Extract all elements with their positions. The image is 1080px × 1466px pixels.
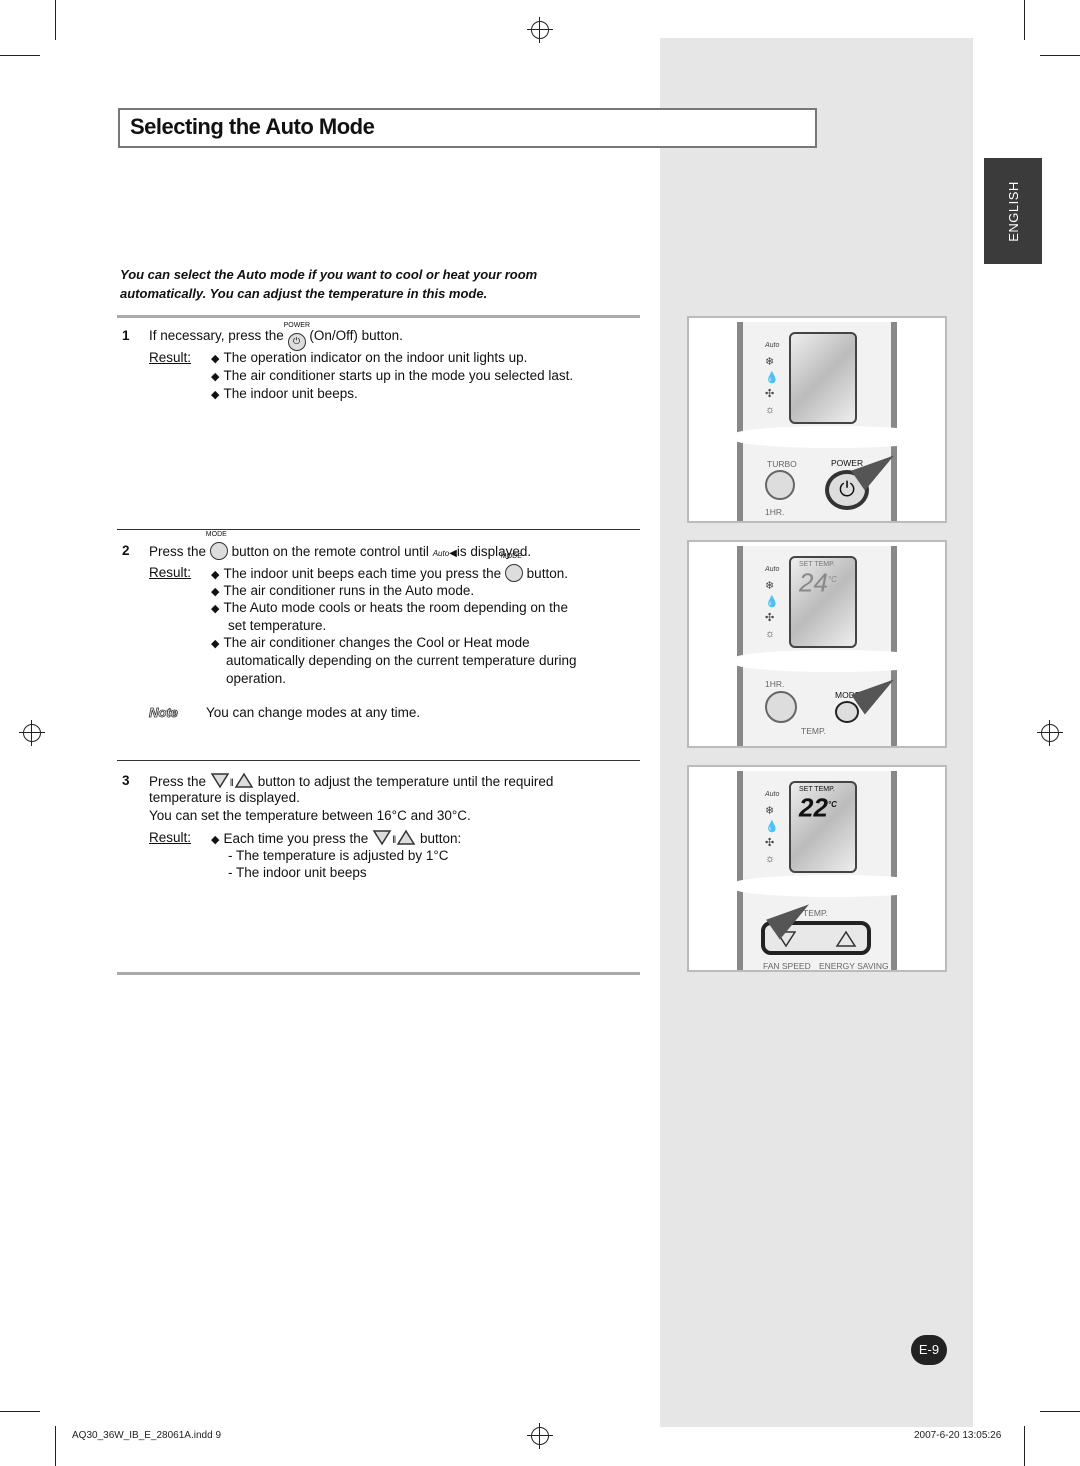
temp-up-icon [396,829,416,845]
mode-button-icon: MODE [206,531,228,560]
registration-mark-icon [527,17,553,43]
step-number: 1 [122,328,130,343]
crop-mark [1024,1426,1025,1466]
auto-mode-icon: Auto [432,549,450,558]
result-item: The air conditioner changes the Cool or … [211,634,529,654]
result-item: The air conditioner starts up in the mod… [211,367,573,387]
remote-illustration-mode: Auto ❄ 💧 ✣ ☼ SET TEMP. 24°C 1HR. MODE TEMP. [687,540,947,748]
page-title: Selecting the Auto Mode [130,114,375,139]
registration-mark-icon [19,720,45,746]
footer-filename: AQ30_36W_IB_E_28061A.indd 9 [72,1430,221,1441]
temp-down-icon [210,773,230,789]
note-text: You can change modes at any time. [206,705,421,720]
divider [117,760,640,761]
divider [117,529,640,530]
temp-up-icon [835,930,857,947]
mode-icons: Auto ❄ 💧 ✣ ☼ [765,791,780,865]
temp-up-icon [234,772,254,788]
temperature-range: You can set the temperature between 16°C… [149,808,471,823]
step-3-instruction-cont: temperature is displayed. [149,790,300,805]
result-item-cont: operation. [226,671,287,686]
mode-icons: Auto ❄ 💧 ✣ ☼ [765,342,780,416]
step-number: 2 [122,543,130,558]
divider [117,315,640,318]
result-item: The operation indicator on the indoor un… [211,349,527,369]
language-label: ENGLISH [1005,180,1021,242]
note-label: Note [149,705,179,721]
lcd-display: SET TEMP. 22°C [789,781,857,873]
result-item: The indoor unit beeps. [211,385,357,405]
turbo-button [765,470,795,500]
crop-mark [55,1426,56,1466]
temp-down-icon [372,830,392,846]
crop-mark [0,55,40,56]
result-label: Result: [149,350,192,365]
intro-text: You can select the Auto mode if you want… [120,267,538,301]
result-item-cont: set temperature. [228,618,327,633]
step-number: 3 [122,773,130,788]
result-item-cont: automatically depending on the current t… [226,653,577,668]
result-sub-item: - The temperature is adjusted by 1°C [228,848,449,863]
divider [117,972,640,975]
crop-mark [1040,55,1080,56]
registration-mark-icon [527,1423,553,1449]
crop-mark [1040,1411,1080,1412]
step-1-instruction: If necessary, press the POWER ⏻ (On/Off) … [149,322,403,351]
mode-button-icon: MODE [501,553,523,582]
mode-icons: Auto ❄ 💧 ✣ ☼ [765,566,780,640]
registration-mark-icon [1037,720,1063,746]
title-box: Selecting the Auto Mode [118,108,817,148]
remote-illustration-power: Auto ❄ 💧 ✣ ☼ TURBO POWER ⏻ 1HR. [687,316,947,523]
crop-mark [55,0,56,40]
mode-button-icon [835,701,859,723]
step-2-instruction: Press the MODE button on the remote cont… [149,531,532,560]
result-label: Result: [149,830,192,845]
result-label: Result: [149,565,192,580]
crop-mark [0,1411,40,1412]
crop-mark [1024,0,1025,40]
page-number: E-9 [911,1335,947,1365]
lcd-display [789,332,857,424]
lcd-display: SET TEMP. 24°C [789,556,857,648]
result-item: The Auto mode cools or heats the room de… [211,599,567,619]
language-tab: ENGLISH [984,158,1042,264]
result-sub-item: - The indoor unit beeps [228,865,367,880]
remote-illustration-temp: Auto ❄ 💧 ✣ ☼ SET TEMP. 22°C TEMP. FAN SPEED … [687,765,947,972]
footer-timestamp: 2007-6-20 13:05:26 [914,1430,1002,1441]
